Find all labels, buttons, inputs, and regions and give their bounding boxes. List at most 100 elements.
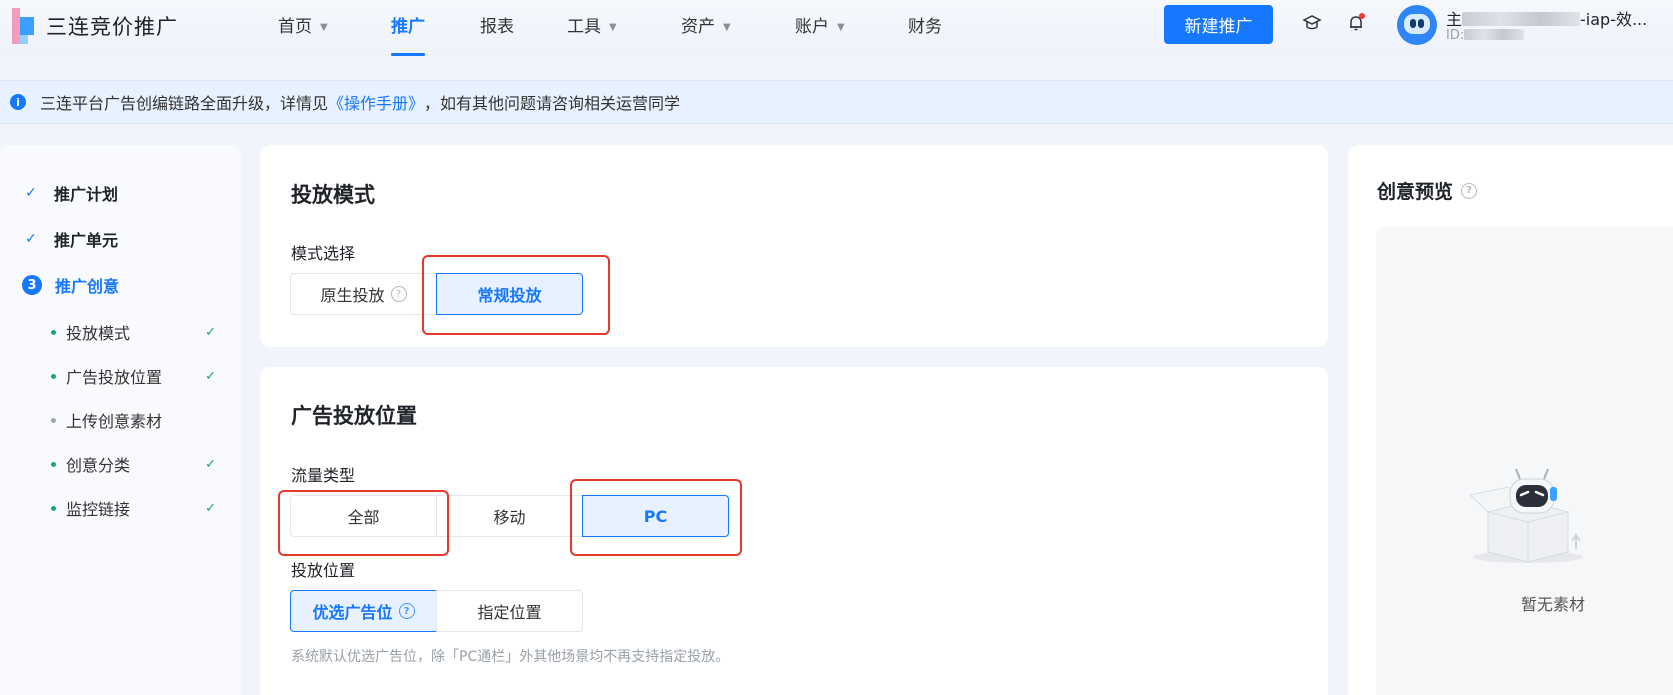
mode-native-option[interactable]: 原生投放? [290,273,437,315]
step-unit-label: 推广单元 [54,231,119,250]
empty-robot-illustration-icon [1468,468,1583,563]
field-label: 模式选择 [291,244,356,263]
traffic-mobile-option[interactable]: 移动 [436,495,583,537]
announcement-bar: i 三连平台广告创编链路全面升级，详情见 《操作手册》 ，如有其他问题请咨询相关运营… [0,80,1673,124]
help-icon[interactable]: ? [1461,182,1478,199]
preview-title: 创意预览? [1377,177,1478,204]
option-label: 优选广告位 [312,603,393,622]
notice-text-after: ，如有其他问题请咨询相关运营同学 [424,94,681,113]
check-icon: ✓ [205,456,216,472]
chevron-down-icon: ▼ [609,22,617,33]
check-icon: ✓ [25,231,37,247]
option-label: 常规投放 [477,286,542,305]
nav-promotion[interactable]: 推广 [391,0,425,56]
substep-ad-placement[interactable]: 广告投放位置 ✓ [51,364,216,388]
option-label: PC [643,506,668,526]
substep-label: 监控链接 [66,500,131,519]
creative-preview-panel: 创意预览? 暂无素材 [1348,145,1673,695]
substep-delivery-mode[interactable]: 投放模式 ✓ [51,320,216,344]
step-plan-label: 推广计划 [54,185,119,204]
substep-label: 上传创意素材 [66,412,163,431]
redacted-id [1464,29,1525,40]
robot-eye-left [1410,19,1416,28]
notice-text: 三连平台广告创编链路全面升级，详情见 [40,94,329,113]
robot-eye-right [1418,19,1424,28]
option-label: 原生投放 [320,286,385,305]
substep-creative-category[interactable]: 创意分类 ✓ [51,452,216,476]
mode-regular-option[interactable]: 常规投放 [436,273,583,315]
traffic-all-option[interactable]: 全部 [290,495,437,537]
redacted-text [1462,12,1581,26]
preview-title-label: 创意预览 [1377,181,1454,203]
field-label: 流量类型 [291,466,356,485]
robot-face-icon [1404,14,1430,34]
nav-finance[interactable]: 财务 [908,0,942,56]
preview-canvas: 暂无素材 [1376,227,1673,695]
nav-promotion-label: 推广 [391,17,425,37]
nav-tools-label: 工具 [567,17,601,37]
option-label: 指定位置 [477,603,542,622]
nav-finance-label: 财务 [908,17,942,37]
substep-label: 广告投放位置 [66,368,163,387]
traffic-pc-option[interactable]: PC [582,495,729,537]
new-promotion-button[interactable]: 新建推广 [1164,5,1273,44]
nav-tools[interactable]: 工具 ▼ [567,0,617,56]
ad-placement-card: 广告投放位置 流量类型 全部 移动 PC 投放位置 优选广告位? 指定位置 系统… [260,367,1328,695]
placement-hint: 系统默认优选广告位，除「PC通栏」外其他场景均不再支持指定投放。 [291,649,730,665]
nav-reports[interactable]: 报表 [480,0,514,56]
check-icon: ✓ [25,185,37,201]
manual-link[interactable]: 《操作手册》 [328,90,424,114]
card-title: 投放模式 [291,183,375,207]
brand-name: 三连竞价推广 [46,15,178,39]
chevron-down-icon: ▼ [723,22,731,33]
chevron-down-icon: ▼ [320,22,328,33]
account-name-prefix: 主 [1446,10,1463,29]
nav-assets[interactable]: 资产 ▼ [681,0,731,56]
graduation-cap-icon[interactable] [1301,12,1323,34]
nav-account-label: 账户 [795,17,829,37]
notification-dot [1359,13,1365,19]
account-name[interactable]: 主 -iap-效... [1446,6,1647,30]
card-title: 广告投放位置 [291,404,417,428]
option-label: 移动 [493,508,526,527]
step-number-badge: 3 [22,275,42,295]
substep-label: 投放模式 [66,324,131,343]
bell-icon[interactable] [1345,12,1367,34]
status-dot [51,417,56,423]
nav-reports-label: 报表 [480,17,514,37]
substep-label: 创意分类 [66,456,131,475]
status-dot [51,505,56,511]
step-sidebar: ✓ 推广计划 ✓ 推广单元 3 推广创意 投放模式 ✓ 广告投放位置 ✓ 上传创意素材 创… [0,145,241,695]
check-icon: ✓ [205,500,216,516]
account-name-suffix: -iap-效... [1580,10,1648,29]
step-creative-label: 推广创意 [55,277,120,296]
check-icon: ✓ [205,368,216,384]
step-creative[interactable]: 3 推广创意 [22,273,119,297]
status-dot [51,461,56,467]
nav-account[interactable]: 账户 ▼ [795,0,845,56]
substep-monitor-link[interactable]: 监控链接 ✓ [51,496,216,520]
field-label: 投放位置 [291,561,356,580]
account-id: ID: [1446,28,1525,43]
account-id-label: ID: [1446,28,1465,43]
status-dot [51,329,56,335]
status-dot [51,373,56,379]
logo-mark-icon [12,8,38,44]
nav-home[interactable]: 首页 ▼ [278,0,328,56]
check-icon: ✓ [205,324,216,340]
avatar[interactable] [1397,5,1437,45]
info-icon: i [10,94,26,110]
nav-assets-label: 资产 [681,17,715,37]
empty-state-text: 暂无素材 [1521,595,1586,614]
help-icon[interactable]: ? [398,603,415,619]
position-specified-option[interactable]: 指定位置 [436,590,583,632]
help-icon[interactable]: ? [390,286,407,302]
option-label: 全部 [347,508,380,527]
position-preferred-option[interactable]: 优选广告位? [290,590,437,632]
step-unit[interactable]: ✓ 推广单元 [22,227,118,251]
chevron-down-icon: ▼ [837,22,845,33]
nav-home-label: 首页 [278,17,312,37]
step-plan[interactable]: ✓ 推广计划 [22,181,118,205]
brand-logo[interactable]: 三连竞价推广 [12,8,178,44]
substep-upload-assets[interactable]: 上传创意素材 [51,408,216,432]
